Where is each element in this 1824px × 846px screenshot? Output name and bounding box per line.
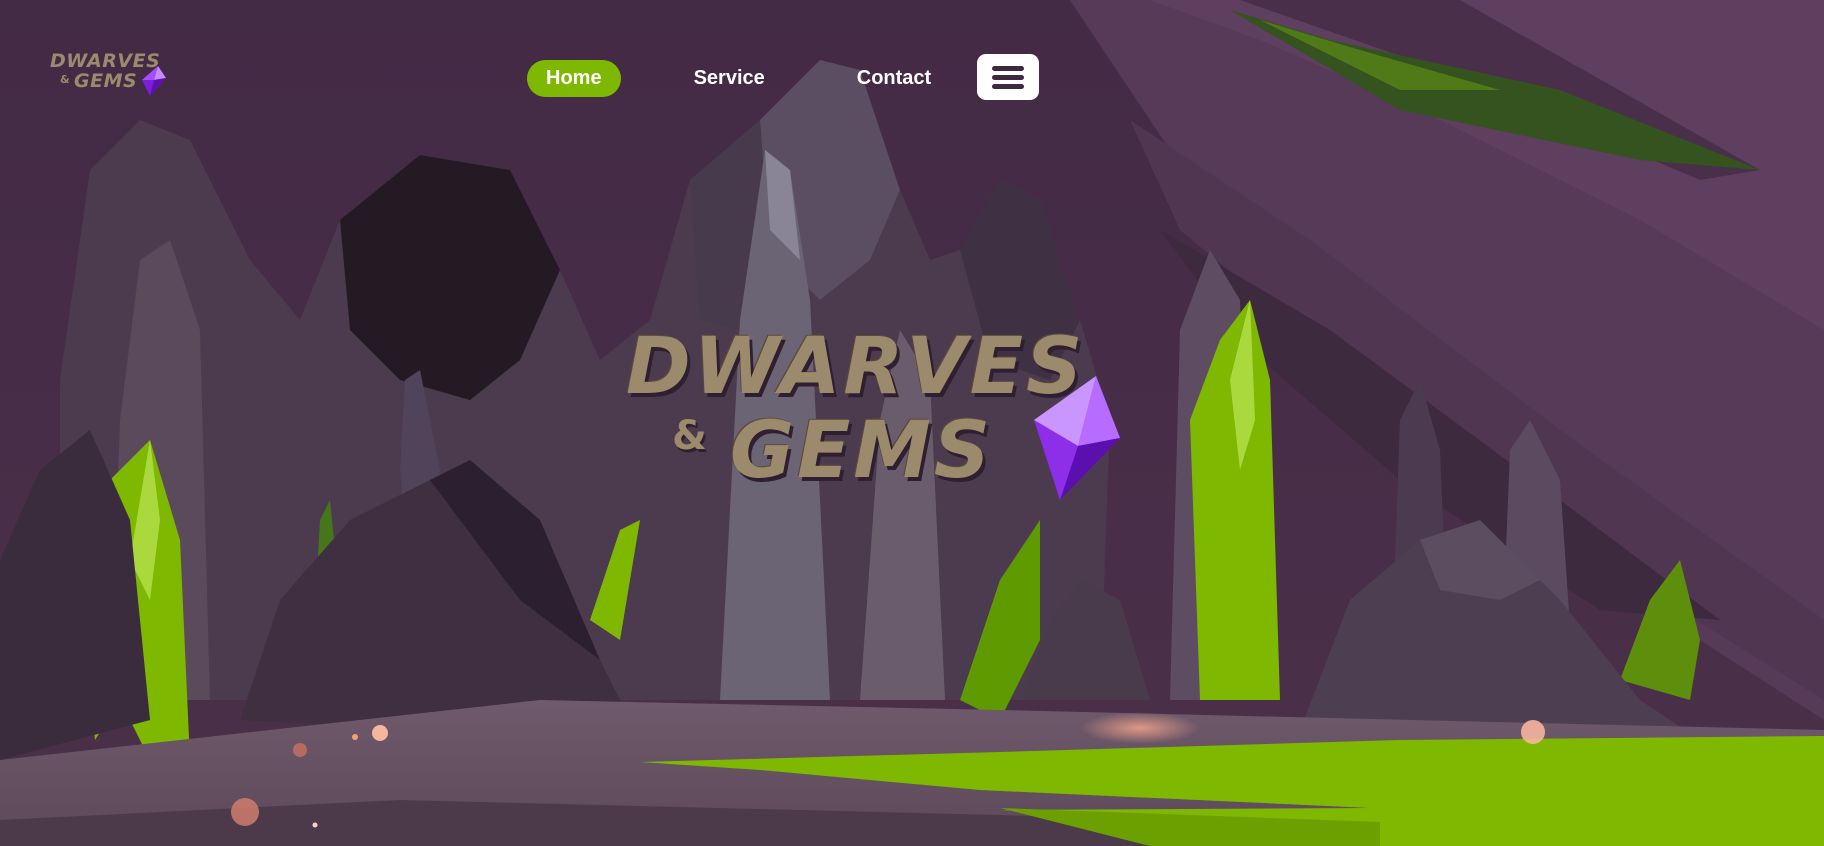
hamburger-menu-button[interactable] [977,54,1039,100]
hamburger-menu-icon-bar [992,75,1024,80]
hamburger-menu-icon [992,66,1024,71]
page: Dwarves & Gems Home Service Contact Dwar… [0,0,1824,846]
logo-ampersand: & [60,73,70,86]
nav-link-home[interactable]: Home [527,60,621,97]
nav-link-service[interactable]: Service [675,60,784,97]
nav-link-contact[interactable]: Contact [838,60,950,97]
hamburger-menu-icon-bar [992,84,1024,89]
site-logo[interactable]: Dwarves & Gems [50,52,168,96]
hero-title-line2: Gems [730,406,994,496]
hero-title-line1: Dwarves [626,322,1086,412]
hero-ampersand: & [672,413,707,459]
logo-text-line2: Gems [74,70,138,92]
main-navigation: Home Service Contact [527,60,950,97]
purple-gem-icon [1034,376,1120,500]
gem-icon [142,66,166,96]
hero-logo: Dwarves & Gems [620,320,1140,510]
